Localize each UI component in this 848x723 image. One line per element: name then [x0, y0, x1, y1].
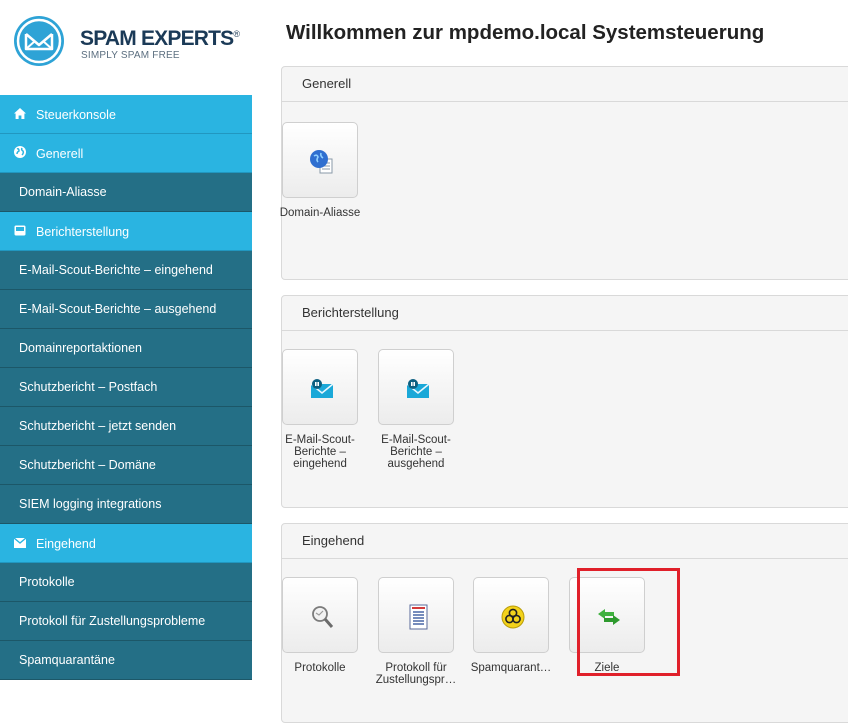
sidebar-item-label: SIEM logging integrations [19, 497, 162, 511]
tile-spamquarantaene[interactable]: Spamquarant… [461, 577, 561, 674]
logo[interactable]: SPAM EXPERTS® SIMPLY SPAM FREE [0, 0, 252, 94]
tile-button[interactable] [282, 577, 358, 653]
panel-title: Eingehend [282, 524, 848, 559]
sidebar-item-siem-logging[interactable]: SIEM logging integrations [0, 485, 252, 524]
sidebar-item-label: E-Mail-Scout-Berichte – eingehend [19, 263, 213, 277]
sidebar-item-generell[interactable]: Generell [0, 134, 252, 173]
sidebar-nav: Steuerkonsole Generell Domain-Aliasse Be… [0, 95, 252, 680]
magnifier-icon [312, 606, 334, 628]
tile-label: E-Mail-Scout-Berichte – eingehend [285, 434, 355, 470]
tile-zustellungsprobleme[interactable]: Protokoll für Zustellungspr… [366, 577, 466, 686]
tile-button[interactable] [282, 349, 358, 425]
sidebar-item-zustellungsprobleme[interactable]: Protokoll für Zustellungsprobleme [0, 602, 252, 641]
sidebar-item-label: Schutzbericht – jetzt senden [19, 419, 177, 433]
globe-icon [13, 134, 27, 172]
sidebar-item-label: Protokolle [19, 575, 75, 589]
sidebar-item-label: Eingehend [36, 537, 96, 551]
sidebar-item-label: Steuerkonsole [36, 108, 116, 122]
report-document-icon [409, 604, 428, 630]
tile-label: Spamquarant… [470, 662, 552, 674]
sidebar-item-label: Domainreportaktionen [19, 341, 142, 355]
sidebar-item-mail-scout-eingehend[interactable]: E-Mail-Scout-Berichte – eingehend [0, 251, 252, 290]
sidebar-item-label: Schutzbericht – Domäne [19, 458, 156, 472]
envelope-icon [13, 524, 27, 562]
tile-label: E-Mail-Scout-Berichte – ausgehend [381, 434, 451, 470]
tile-button[interactable] [473, 577, 549, 653]
panel-title: Berichterstellung [282, 296, 848, 331]
sidebar-item-schutzbericht-domaene[interactable]: Schutzbericht – Domäne [0, 446, 252, 485]
sidebar-item-spamquarantaene[interactable]: Spamquarantäne [0, 641, 252, 680]
tile-button[interactable] [378, 349, 454, 425]
inbox-icon [13, 212, 27, 250]
sidebar-item-domainreportaktionen[interactable]: Domainreportaktionen [0, 329, 252, 368]
tile-mail-scout-ausgehend[interactable]: E-Mail-Scout-Berichte – ausgehend [366, 349, 466, 470]
envelope-logo-icon [14, 16, 64, 66]
logo-tagline: SIMPLY SPAM FREE [81, 50, 180, 61]
sidebar: SPAM EXPERTS® SIMPLY SPAM FREE Steuerkon… [0, 0, 252, 688]
logo-brand: SPAM EXPERTS® [80, 27, 240, 50]
sidebar-item-protokolle[interactable]: Protokolle [0, 563, 252, 602]
sidebar-item-label: Generell [36, 147, 84, 161]
sidebar-item-label: E-Mail-Scout-Berichte – ausgehend [19, 302, 217, 316]
panel-berichterstellung: Berichterstellung E-Mail-Scout-Berichte … [281, 295, 848, 508]
page-title: Willkommen zur mpdemo.local Systemsteuer… [286, 21, 765, 44]
mail-scout-icon [406, 379, 430, 398]
sidebar-item-domain-aliasse[interactable]: Domain-Aliasse [0, 173, 252, 212]
sidebar-item-label: Berichterstellung [36, 225, 130, 239]
tile-domain-aliasse[interactable]: Domain-Aliasse [270, 122, 370, 219]
sidebar-item-schutzbericht-postfach[interactable]: Schutzbericht – Postfach [0, 368, 252, 407]
sidebar-item-mail-scout-ausgehend[interactable]: E-Mail-Scout-Berichte – ausgehend [0, 290, 252, 329]
sidebar-item-steuerkonsole[interactable]: Steuerkonsole [0, 95, 252, 134]
sidebar-item-eingehend[interactable]: Eingehend [0, 524, 252, 563]
biohazard-icon [501, 605, 525, 629]
sidebar-item-label: Spamquarantäne [19, 653, 115, 667]
sidebar-item-label: Protokoll für Zustellungsprobleme [19, 614, 206, 628]
panel-generell: Generell Domain-Aliasse [280, 66, 848, 280]
sidebar-item-label: Domain-Aliasse [19, 185, 107, 199]
tile-button[interactable] [378, 577, 454, 653]
sidebar-item-label: Schutzbericht – Postfach [19, 380, 158, 394]
tile-label: Domain-Aliasse [279, 207, 361, 219]
tile-mail-scout-eingehend[interactable]: E-Mail-Scout-Berichte – eingehend [270, 349, 370, 470]
tile-protokolle[interactable]: Protokolle [270, 577, 370, 674]
home-icon [13, 95, 27, 133]
sidebar-item-berichterstellung[interactable]: Berichterstellung [0, 212, 252, 251]
panel-eingehend: Eingehend Protokolle Protokoll für Zuste… [281, 523, 848, 723]
tile-label: Protokolle [294, 662, 346, 674]
highlight-box [577, 568, 680, 676]
tile-button[interactable] [282, 122, 358, 198]
globe-document-icon [310, 150, 333, 174]
tile-label: Protokoll für Zustellungspr… [375, 662, 457, 686]
sidebar-item-schutzbericht-jetzt-senden[interactable]: Schutzbericht – jetzt senden [0, 407, 252, 446]
panel-title: Generell [282, 67, 848, 102]
mail-scout-icon [310, 379, 334, 398]
